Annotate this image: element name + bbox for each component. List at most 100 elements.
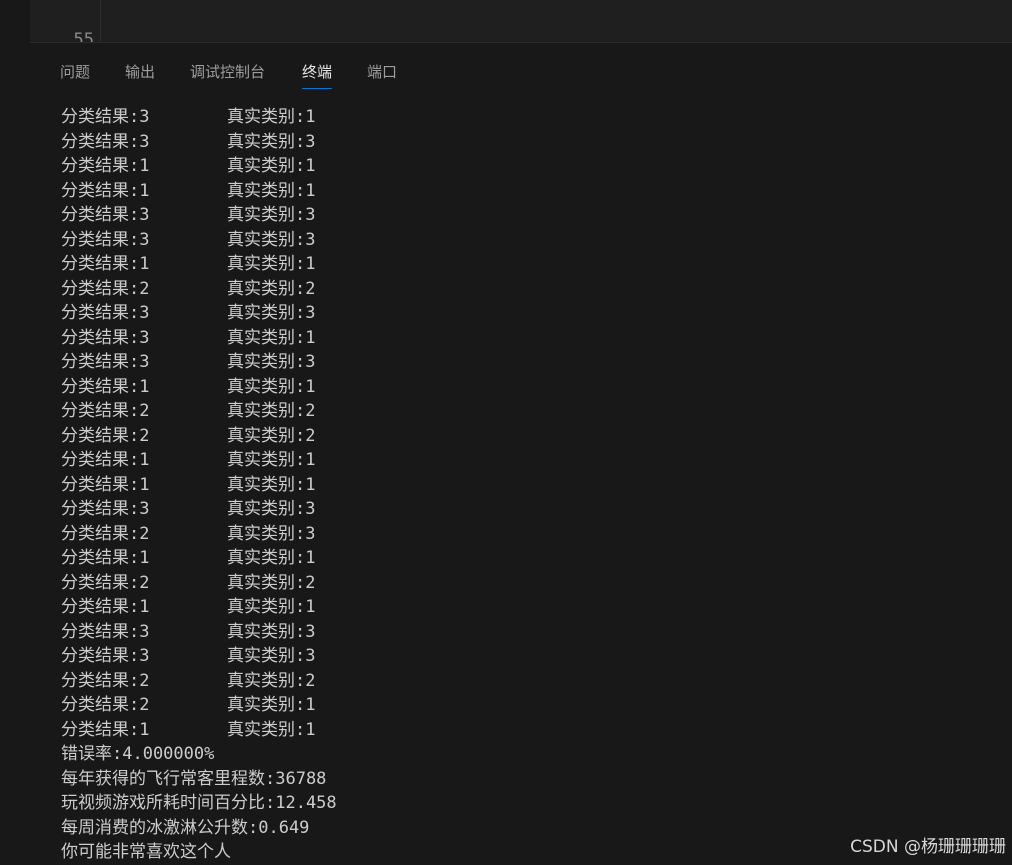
truth-value: 2 [305, 425, 316, 446]
result-label: 分类结果: [61, 352, 140, 372]
result-label: 分类结果: [61, 278, 140, 299]
truth-value: 2 [305, 670, 316, 691]
tab-terminal[interactable]: 终端 [302, 59, 333, 89]
truth-value: 2 [305, 572, 316, 593]
truth-value: 1 [305, 474, 316, 495]
true-class: 真实类别:1 [227, 154, 316, 179]
result-value: 3 [139, 205, 150, 225]
terminal-line: 分类结果:1 真实类别:1 [61, 154, 1012, 179]
truth-value: 1 [305, 450, 316, 470]
truth-label: 真实类别: [227, 107, 306, 127]
tab-debug-console[interactable]: 调试控制台 [190, 59, 265, 85]
true-class: 真实类别:3 [227, 620, 316, 645]
code-line[interactable]: 56 plt.setp(axs0_ylabel_text, size=10, w… [30, 29, 91, 42]
truth-label: 真实类别: [227, 621, 306, 642]
classification-result: 分类结果:1 [61, 473, 150, 498]
true-class: 真实类别:2 [227, 669, 316, 694]
activity-strip [0, 0, 31, 865]
true-class: 真实类别:3 [227, 203, 316, 228]
result-label: 分类结果: [61, 572, 140, 593]
terminal-line: 分类结果:2 真实类别:3 [61, 522, 1012, 547]
terminal-line: 分类结果:3 真实类别:3 [61, 644, 1012, 669]
truth-value: 1 [305, 107, 316, 127]
truth-label: 真实类别: [227, 303, 306, 323]
result-value: 1 [139, 597, 150, 617]
true-class: 真实类别:1 [227, 473, 316, 498]
terminal-summary-line: 错误率:4.000000% [61, 744, 215, 764]
classification-result: 分类结果:2 [61, 693, 150, 718]
tab-ports[interactable]: 端口 [367, 59, 397, 85]
terminal-line: 分类结果:1 真实类别:1 [61, 473, 1012, 498]
true-class: 真实类别:3 [227, 644, 316, 669]
terminal-line: 分类结果:2 真实类别:2 [61, 669, 1012, 694]
terminal-line: 分类结果:2 真实类别:2 [61, 277, 1012, 302]
terminal-line: 分类结果:3 真实类别: 3 [61, 130, 1012, 155]
truth-label: 真实类别: [227, 425, 306, 446]
terminal-output[interactable]: 分类结果:3 真实类别:1 分类结果:3 真实类别:3 分类结果:1 真实类别:1 分类结果… [61, 105, 1012, 865]
truth-label: 真实类别: [227, 499, 306, 519]
bottom-panel: 问题 输出 调试控制台 终端 端口 分类结果:3 真实类别:1 分类结果:3 真实类别… [30, 42, 1012, 865]
truth-value: 2 [305, 278, 316, 299]
truth-label: 真实类别: [227, 229, 306, 250]
terminal-line: 分类结果:3 真实类别:1 [61, 105, 1012, 130]
truth-label: 真实类别: [227, 646, 306, 666]
code-line[interactable]: 55 plt.setp(axs0_xlabel_text, size=10, w… [30, 4, 94, 42]
tab-output[interactable]: 输出 [125, 59, 155, 85]
result-label: 分类结果: [61, 254, 140, 274]
code-editor[interactable]: 55 plt.setp(axs0_xlabel_text, size=10, w… [30, 0, 1012, 42]
terminal-line: 分类结果:3 真实类别:3 [61, 497, 1012, 522]
truth-value: 2 [305, 401, 316, 421]
truth-value: 3 [305, 499, 316, 519]
result-value: 3 [139, 131, 150, 152]
true-class: 真实类别:3 [227, 497, 316, 522]
result-label: 分类结果: [61, 180, 140, 201]
truth-value: 1 [305, 254, 316, 274]
result-label: 分类结果: [61, 621, 140, 642]
result-value: 2 [139, 572, 150, 593]
result-label: 分类结果: [61, 597, 140, 617]
result-label: 分类结果: [61, 327, 140, 348]
result-value: 1 [139, 548, 150, 568]
truth-label: 真实类别: [227, 131, 306, 152]
result-value: 3 [139, 229, 150, 250]
classification-result: 分类结果:2 [61, 522, 150, 547]
classification-result: 分类结果:3 [61, 620, 150, 645]
classification-result: 分类结果:3 [61, 130, 150, 155]
result-value: 3 [139, 327, 150, 348]
terminal-summary-line: 每年获得的飞行常客里程数:36788 [61, 768, 327, 789]
result-label: 分类结果: [61, 695, 140, 715]
truth-value: 1 [305, 156, 316, 176]
classification-result: 分类结果:3 [61, 497, 150, 522]
result-label: 分类结果: [61, 719, 140, 740]
truth-value: 1 [305, 719, 316, 740]
terminal-line: 分类结果:1 真实类别:1 [61, 375, 1012, 400]
true-class: 真实类别:1 [227, 179, 316, 204]
classification-result: 分类结果:3 [61, 301, 150, 326]
true-class: 真实类别:2 [227, 571, 316, 596]
classification-result: 分类结果:1 [61, 154, 150, 179]
truth-label: 真实类别: [227, 180, 306, 201]
panel-tabs: 问题 输出 调试控制台 终端 端口 [30, 43, 1012, 95]
result-value: 1 [139, 376, 150, 397]
result-value: 3 [139, 352, 150, 372]
classification-result: 分类结果:2 [61, 424, 150, 449]
true-class: 真实类别:3 [227, 228, 316, 253]
truth-label: 真实类别: [227, 719, 306, 740]
true-class: 真实类别:1 [227, 546, 316, 571]
terminal-line: 分类结果:2 真实类别:2 [61, 399, 1012, 424]
true-class: 真实类别:1 [227, 105, 316, 130]
truth-label: 真实类别: [227, 523, 306, 544]
terminal-line: 分类结果:2 真实类别:2 [61, 424, 1012, 449]
classification-result: 分类结果:1 [61, 546, 150, 571]
result-value: 2 [139, 523, 150, 544]
terminal-line: 分类结果:1 真实类别:1 [61, 448, 1012, 473]
classification-result: 分类结果:3 [61, 105, 150, 130]
classification-result: 分类结果:3 [61, 644, 150, 669]
terminal-line: 分类结果:3 真实类别:1 [61, 326, 1012, 351]
terminal-line: 分类结果:2 真实类别:2 [61, 571, 1012, 596]
true-class: 真实类别:3 [227, 522, 316, 547]
truth-label: 真实类别: [227, 572, 306, 593]
truth-value: 3 [305, 621, 316, 642]
tab-problems[interactable]: 问题 [60, 59, 90, 85]
true-class: 真实类别:1 [227, 375, 316, 400]
